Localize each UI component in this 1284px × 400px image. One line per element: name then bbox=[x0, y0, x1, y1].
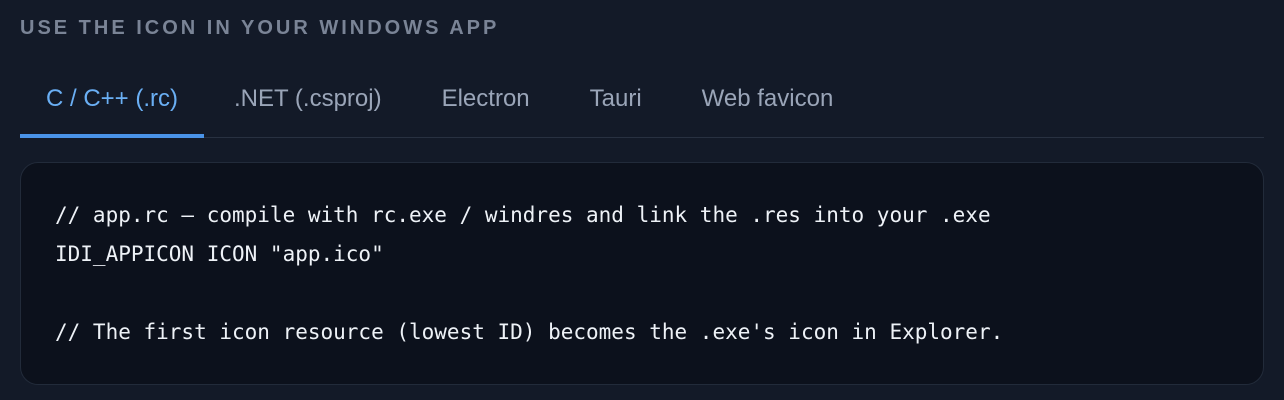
code-block: // app.rc — compile with rc.exe / windre… bbox=[20, 162, 1264, 385]
language-tabs: C / C++ (.rc) .NET (.csproj) Electron Ta… bbox=[20, 66, 1264, 138]
tab-tauri[interactable]: Tauri bbox=[560, 66, 672, 137]
section-title: USE THE ICON IN YOUR WINDOWS APP bbox=[20, 17, 500, 39]
tab-c-cpp[interactable]: C / C++ (.rc) bbox=[20, 66, 205, 138]
tab-dotnet[interactable]: .NET (.csproj) bbox=[204, 66, 412, 137]
tab-web-favicon[interactable]: Web favicon bbox=[672, 66, 864, 137]
icon-usage-section: USE THE ICON IN YOUR WINDOWS APP C / C++… bbox=[20, 0, 1264, 400]
code-line: IDI_APPICON ICON "app.ico" bbox=[55, 242, 384, 266]
tab-electron[interactable]: Electron bbox=[412, 66, 560, 137]
code-line: // app.rc — compile with rc.exe / windre… bbox=[55, 203, 991, 227]
code-line: // The first icon resource (lowest ID) b… bbox=[55, 320, 1004, 344]
